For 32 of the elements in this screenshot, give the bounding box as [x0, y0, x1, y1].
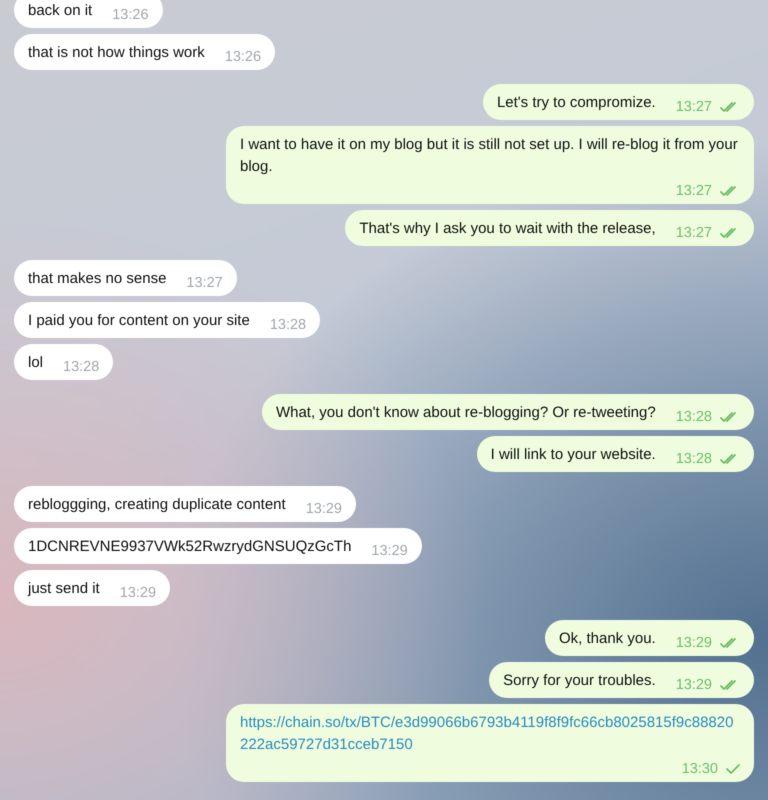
- message-text: Ok, thank you.: [558, 629, 656, 649]
- message-time: 13:28: [270, 316, 306, 335]
- message-time: 13:27: [676, 182, 712, 201]
- message-text: 1DCNREVNE9937VWk52RwzrydGNSUQzGcTh: [28, 537, 352, 557]
- message-text: What, you don't know about re-blogging? Or re-tweeting?: [276, 403, 656, 423]
- message-time: 13:29: [676, 634, 712, 653]
- message-time: 13:29: [120, 584, 156, 603]
- message-text: that is not how things work: [28, 43, 205, 63]
- message-text: I will link to your website.: [490, 445, 656, 465]
- message-time: 13:30: [682, 760, 718, 779]
- message-text: that makes no sense: [28, 269, 166, 289]
- message-time: 13:29: [306, 500, 342, 519]
- message-time: 13:26: [224, 48, 262, 67]
- message-time: 13:28: [676, 450, 712, 469]
- message-time: 13:28: [676, 408, 712, 427]
- message-time: 13:26: [112, 6, 149, 25]
- message-time: 13:28: [63, 358, 100, 377]
- message-time: 13:27: [186, 274, 223, 293]
- message-text: Sorry for your troubles.: [503, 671, 656, 691]
- message-time: 13:27: [676, 224, 712, 243]
- message-text: Let's try to compromize.: [496, 93, 656, 113]
- message-link[interactable]: https://chain.so/tx/BTC/e3d99066b6793b4119f8f9fc66cb8025815f9c88820222ac59727d31cceb7150: [240, 712, 740, 756]
- message-text: rebloggging, creating duplicate content: [28, 495, 286, 515]
- message-text: That's why I ask you to wait with the release,: [359, 219, 656, 239]
- message-text: back on it: [28, 1, 92, 21]
- message-text: I want to have it on my blog but it is still not set up. I will re-blog it from your blog.: [240, 135, 739, 177]
- message-text: lol: [28, 353, 44, 373]
- message-time: 13:29: [676, 676, 712, 695]
- message-text: I paid you for content on your site: [28, 311, 250, 331]
- message-text: just send it: [28, 579, 100, 599]
- message-time: 13:27: [676, 98, 712, 117]
- message-time: 13:29: [371, 542, 408, 561]
